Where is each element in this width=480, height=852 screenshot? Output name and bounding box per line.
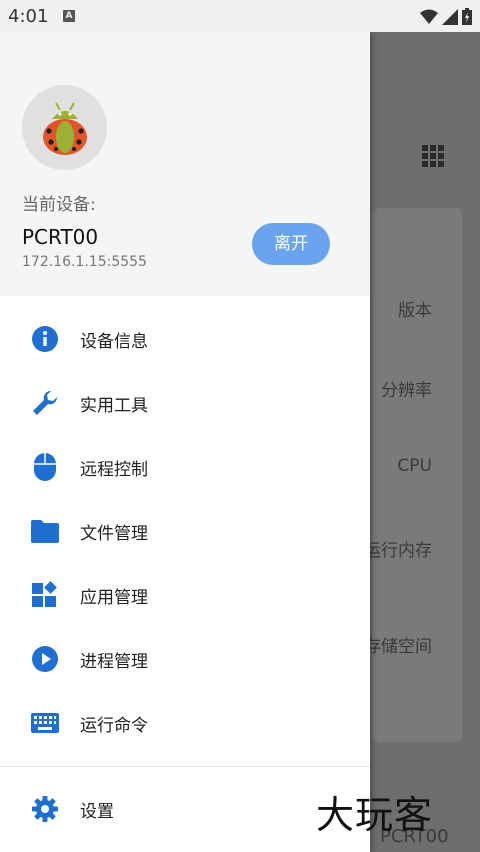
battery-icon [462,8,472,25]
mouse-icon [31,453,59,481]
menu-item-app-manager[interactable]: 应用管理 [0,567,370,623]
menu-item-run-command[interactable]: 运行命令 [0,695,370,751]
keyboard-icon [31,709,59,737]
avatar [22,85,107,170]
leave-button[interactable]: 离开 [252,223,330,265]
menu-item-remote-control[interactable]: 远程控制 [0,439,370,495]
signal-icon [442,8,458,25]
storage-label: 存储空间 [364,637,432,657]
wrench-icon [31,389,59,417]
grid-icon [422,145,444,167]
menu-label-file-manager: 文件管理 [80,523,148,544]
menu-label-run-command: 运行命令 [80,715,148,736]
menu-item-device-info[interactable]: 设备信息 [0,311,370,367]
menu-label-device-info: 设备信息 [80,331,148,352]
version-label: 版本 [398,301,432,321]
folder-icon [31,517,59,545]
play-icon [31,645,59,673]
menu-item-process-manager[interactable]: 进程管理 [0,631,370,687]
wifi-icon [420,9,438,24]
status-bar: 4:01 A [0,0,480,32]
menu-label-app-manager: 应用管理 [80,587,148,608]
drawer-header: 当前设备: PCRT00 172.16.1.15:5555 离开 [0,32,370,296]
resolution-label: 分辨率 [381,381,432,401]
memory-label: 运行内存 [364,541,432,561]
menu-label-remote-control: 远程控制 [80,459,148,480]
gear-icon [31,795,59,823]
apps-icon [31,581,59,609]
info-icon [31,325,59,353]
device-name: PCRT00 [22,225,99,249]
device-address: 172.16.1.15:5555 [22,254,147,270]
notification-icon: A [63,10,75,22]
menu-label-tools: 实用工具 [80,395,148,416]
navigation-drawer: 当前设备: PCRT00 172.16.1.15:5555 离开 设备信息 实用… [0,32,370,852]
watermark: 大玩客 [316,793,434,837]
menu-label-settings: 设置 [80,801,114,822]
menu-item-file-manager[interactable]: 文件管理 [0,503,370,559]
menu-label-process-manager: 进程管理 [80,651,148,672]
menu-divider [0,766,370,767]
menu-item-tools[interactable]: 实用工具 [0,375,370,431]
current-device-label: 当前设备: [22,195,96,215]
menu-item-settings[interactable]: 设置 [0,781,370,837]
ladybug-android-icon [42,102,87,155]
cpu-label: CPU [397,456,432,476]
status-time: 4:01 [8,6,49,27]
